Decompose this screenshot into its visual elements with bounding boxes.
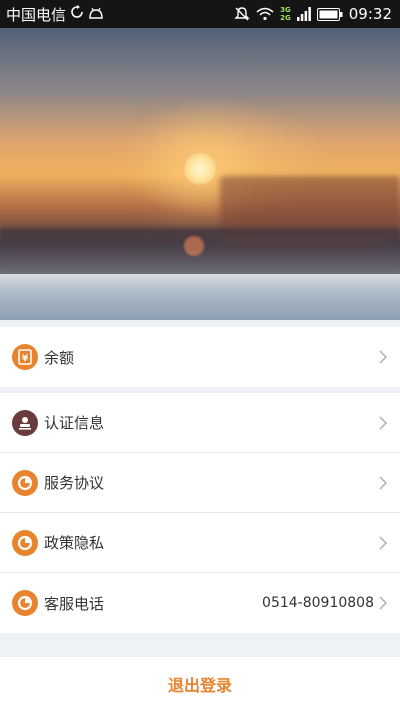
network-type-top: 3G [280, 6, 291, 14]
wifi-icon [256, 7, 274, 21]
info-group: 认证信息 服务协议 政策隐私 客服电话 0514-80910808 [0, 393, 400, 633]
sync-icon [70, 5, 84, 23]
menu-item-service-agreement[interactable]: 服务协议 [0, 453, 400, 513]
status-bar: 中国电信 3G 2G 09:32 [0, 0, 400, 28]
chevron-right-icon [378, 535, 388, 551]
menu-item-verification[interactable]: 认证信息 [0, 393, 400, 453]
menu-item-privacy-policy[interactable]: 政策隐私 [0, 513, 400, 573]
logout-button[interactable]: 退出登录 [0, 657, 400, 711]
menu-item-label: 服务协议 [44, 474, 105, 492]
chevron-right-icon [378, 415, 388, 431]
menu-item-balance[interactable]: ¥ 余额 [0, 327, 400, 387]
menu-item-label: 客服电话 [44, 594, 105, 613]
clock-time: 09:32 [348, 5, 392, 23]
svg-text:¥: ¥ [22, 354, 29, 364]
chevron-right-icon [378, 595, 388, 611]
hero-banner-image [0, 28, 400, 320]
mute-icon [234, 6, 250, 22]
pie-clock-icon [12, 469, 38, 496]
water-surface [0, 274, 400, 320]
battery-icon [316, 7, 343, 21]
logout-label: 退出登录 [167, 676, 232, 695]
customer-service-phone-number: 0514-80910808 [262, 595, 374, 611]
chevron-right-icon [378, 349, 388, 365]
chevron-right-icon [378, 475, 388, 491]
android-debug-icon [88, 5, 104, 23]
network-type-bottom: 2G [280, 14, 291, 22]
carrier-name: 中国电信 [6, 5, 67, 24]
pie-clock-icon [12, 590, 38, 616]
pie-clock-icon [12, 529, 38, 556]
bokeh-light [184, 236, 204, 256]
balance-group: ¥ 余额 [0, 327, 400, 387]
network-type-indicator: 3G 2G [280, 6, 291, 22]
menu-item-label: 认证信息 [44, 414, 105, 432]
sun-graphic [184, 153, 216, 185]
menu-item-customer-service-phone[interactable]: 客服电话 0514-80910808 [0, 573, 400, 633]
wallet-icon: ¥ [12, 344, 38, 370]
menu-item-label: 政策隐私 [44, 534, 105, 552]
id-stamp-icon [12, 409, 38, 436]
signal-icon [296, 7, 311, 21]
menu-item-label: 余额 [44, 348, 75, 367]
